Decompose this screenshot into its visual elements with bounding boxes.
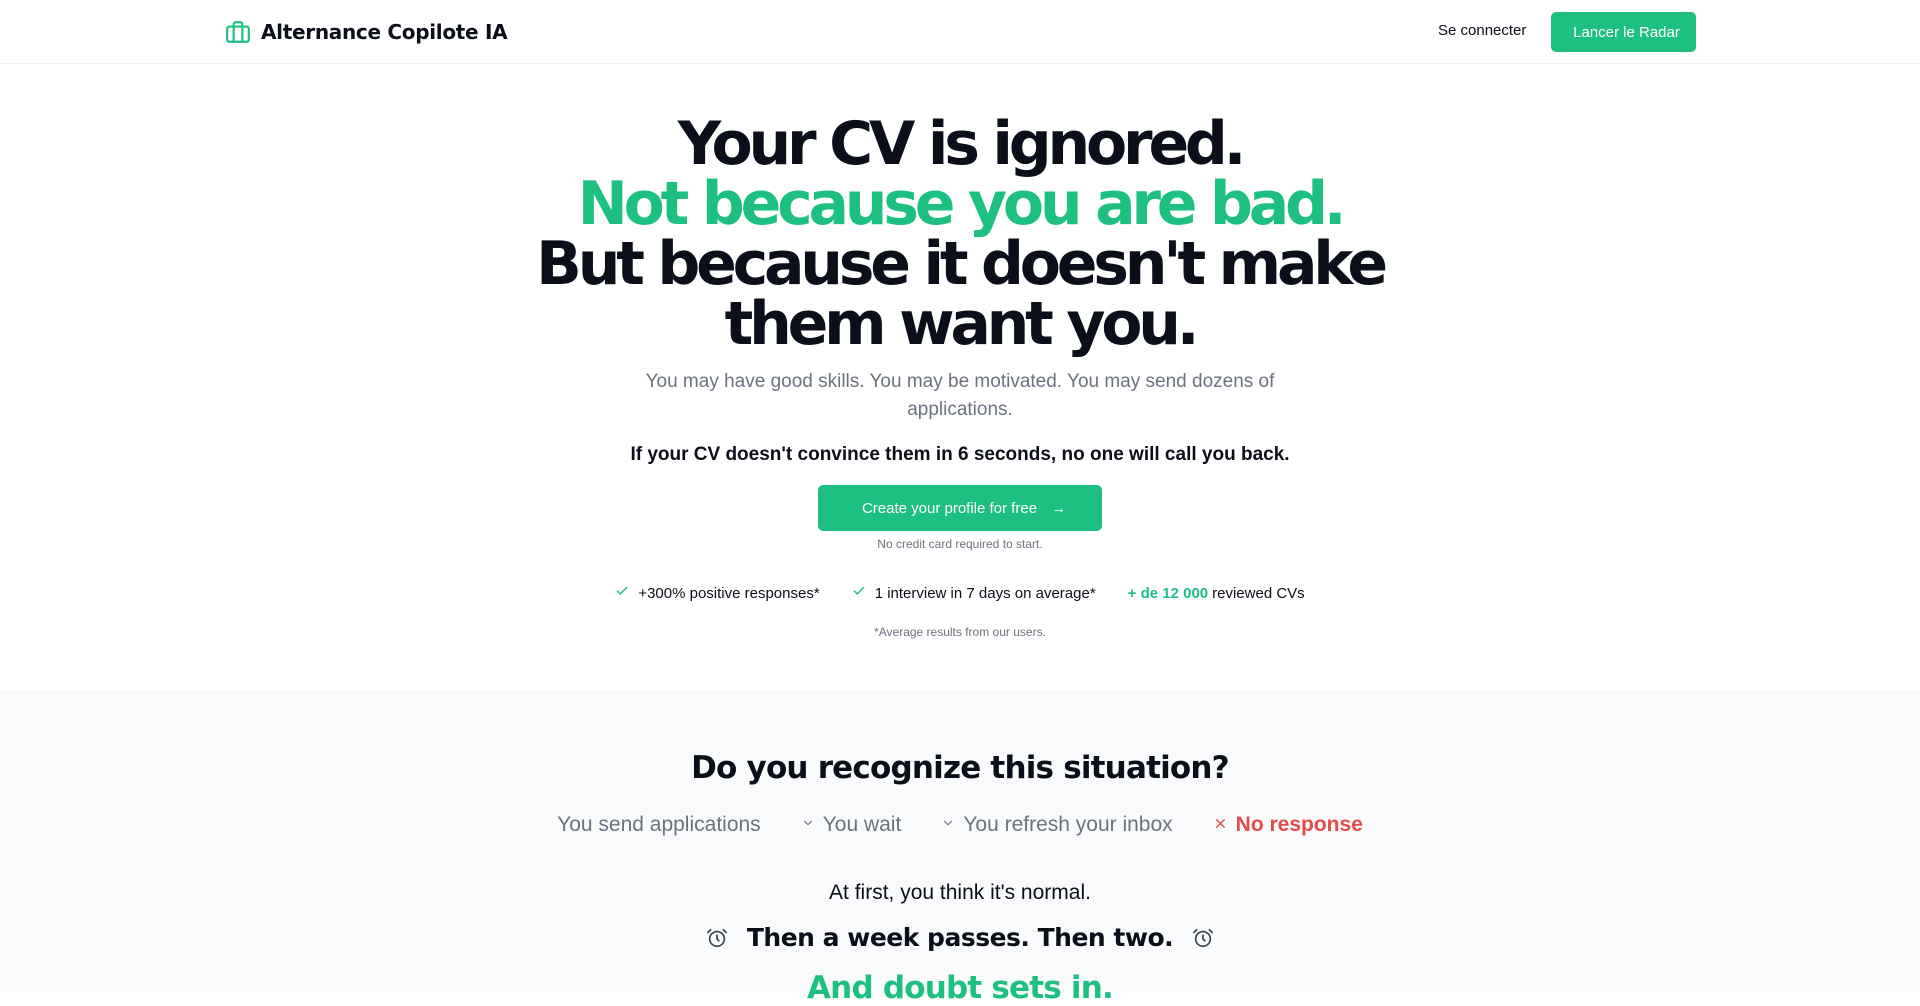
normal-line: At first, you think it's normal. — [829, 881, 1091, 904]
alarm-clock-icon — [705, 926, 729, 950]
hero-subtitle: You may have good skills. You may be mot… — [645, 371, 1275, 420]
chevron-down-icon — [941, 816, 955, 835]
step-item-failure: No response — [1209, 813, 1367, 837]
chevron-down-icon — [801, 816, 815, 835]
stat-text: reviewed CVs — [1212, 584, 1305, 602]
create-profile-label: Create your profile for free — [861, 499, 1038, 517]
stat-text: 1 interview in 7 days on average* — [874, 584, 1096, 602]
stat-item: + de 12 000 reviewed CVs — [1128, 585, 1305, 602]
hero-emphasis: If your CV doesn't convince them in 6 se… — [630, 444, 1290, 465]
brand-name: Alternance Copilote IA — [261, 20, 508, 44]
stat-item: +300% positive responses* — [615, 584, 820, 602]
situation-section: Do you recognize this situation? You sen… — [0, 690, 1920, 1006]
week-line: Then a week passes. Then two. — [746, 923, 1174, 952]
week-line-row: Then a week passes. Then two. — [0, 923, 1920, 952]
stats-footnote: *Average results from our users. — [874, 625, 1046, 639]
check-icon — [615, 584, 629, 602]
step-label: You send applications — [557, 813, 761, 836]
step-label: You refresh your inbox — [963, 813, 1173, 836]
step-item: You send applications — [553, 813, 765, 837]
create-profile-button[interactable]: Create your profile for free → — [818, 485, 1102, 531]
check-icon — [852, 584, 866, 602]
alarm-clock-icon — [1191, 926, 1215, 950]
hero-title-line-2: Not because you are bad. — [577, 169, 1347, 239]
launch-radar-button[interactable]: Lancer le Radar — [1551, 12, 1696, 52]
hero-title-line-1: Your CV is ignored. — [677, 109, 1247, 179]
step-item: You refresh your inbox — [937, 813, 1176, 837]
close-icon — [1213, 815, 1228, 836]
hero-title-line-3: But because it doesn't make — [536, 229, 1388, 299]
situation-steps: You send applications You wait You refre… — [0, 813, 1920, 837]
stat-item: 1 interview in 7 days on average* — [852, 584, 1096, 602]
stat-highlight: + de 12 000 — [1127, 584, 1209, 602]
briefcase-icon — [224, 18, 252, 46]
arrow-right-icon: → — [1051, 499, 1067, 517]
step-item: You wait — [797, 813, 906, 837]
launch-radar-label: Lancer le Radar — [1573, 23, 1680, 41]
brand[interactable]: Alternance Copilote IA — [224, 18, 508, 46]
stats-row: +300% positive responses* 1 interview in… — [0, 584, 1920, 602]
no-credit-card-note: No credit card required to start. — [877, 537, 1043, 551]
login-link[interactable]: Se connecter — [1438, 22, 1526, 39]
hero-section: Your CV is ignored. Not because you are … — [0, 64, 1920, 690]
top-nav: Alternance Copilote IA Se connecter Lanc… — [0, 0, 1920, 64]
situation-title: Do you recognize this situation? — [691, 750, 1230, 786]
doubt-line: And doubt sets in. — [806, 970, 1114, 1006]
step-label: You wait — [822, 813, 902, 836]
hero-title-line-4: them want you. — [724, 289, 1200, 359]
step-label: No response — [1235, 813, 1363, 836]
stat-text: +300% positive responses* — [638, 584, 820, 602]
